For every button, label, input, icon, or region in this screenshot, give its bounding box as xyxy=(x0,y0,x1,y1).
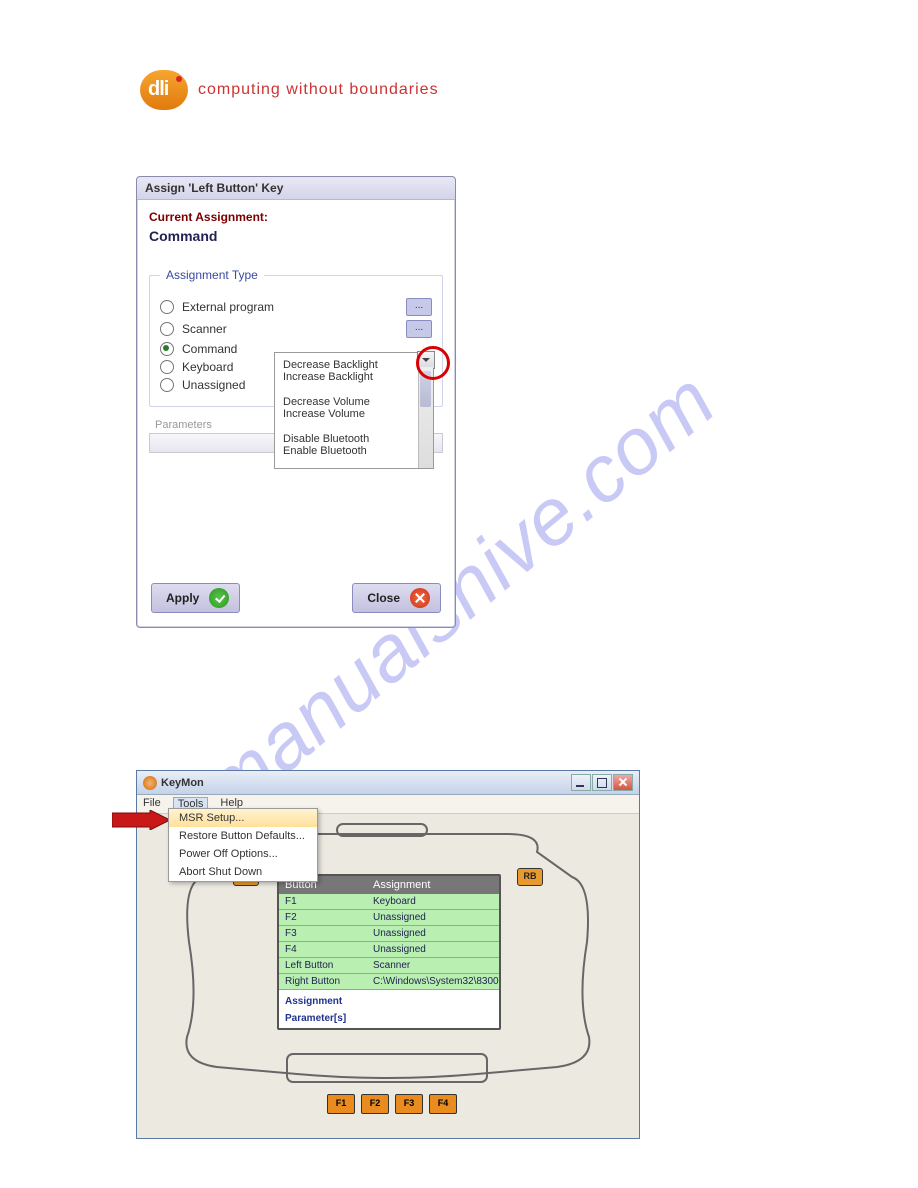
table-row[interactable]: F1Keyboard xyxy=(279,894,499,910)
f3-button[interactable]: F3 xyxy=(395,1094,423,1114)
menu-item-abort-shutdown[interactable]: Abort Shut Down xyxy=(169,863,317,881)
callout-arrow-icon xyxy=(112,810,172,830)
option-label: External program xyxy=(182,300,274,314)
dialog-title: Assign 'Left Button' Key xyxy=(137,177,455,200)
device-screen: Button Assignment F1Keyboard F2Unassigne… xyxy=(277,874,501,1030)
header-assignment: Assignment xyxy=(367,876,499,894)
assignment-label: Assignment xyxy=(279,990,499,1007)
cell: Unassigned xyxy=(367,942,499,957)
cell: Unassigned xyxy=(367,910,499,925)
scrollbar[interactable] xyxy=(418,367,433,468)
option-label: Command xyxy=(182,342,237,356)
dropdown-item[interactable]: Increase Backlight xyxy=(283,371,425,383)
apply-button[interactable]: Apply xyxy=(151,583,240,613)
f1-button[interactable]: F1 xyxy=(327,1094,355,1114)
radio-icon[interactable] xyxy=(160,378,174,392)
function-buttons: F1 F2 F3 F4 xyxy=(327,1094,457,1114)
radio-icon[interactable] xyxy=(160,360,174,374)
dropdown-item[interactable]: Disable Bluetooth xyxy=(283,433,425,445)
table-row[interactable]: F4Unassigned xyxy=(279,942,499,958)
option-label: Scanner xyxy=(182,322,227,336)
close-button[interactable]: Close xyxy=(352,583,441,613)
cell: Scanner xyxy=(367,958,499,973)
callout-circle-icon xyxy=(416,346,450,380)
cell: F2 xyxy=(279,910,367,925)
tools-dropdown-menu: MSR Setup... Restore Button Defaults... … xyxy=(168,808,318,882)
dropdown-item[interactable]: Increase Volume xyxy=(283,408,425,420)
menu-item-restore-defaults[interactable]: Restore Button Defaults... xyxy=(169,827,317,845)
option-label: Keyboard xyxy=(182,360,233,374)
dli-logo-icon: dli xyxy=(140,70,188,110)
window-close-button[interactable] xyxy=(613,774,633,791)
cell: F1 xyxy=(279,894,367,909)
f4-button[interactable]: F4 xyxy=(429,1094,457,1114)
close-label: Close xyxy=(367,591,400,605)
menu-item-power-off[interactable]: Power Off Options... xyxy=(169,845,317,863)
check-icon xyxy=(209,588,229,608)
window-titlebar[interactable]: KeyMon xyxy=(137,771,639,795)
radio-icon[interactable] xyxy=(160,322,174,336)
cell: Right Button xyxy=(279,974,367,989)
cell: Unassigned xyxy=(367,926,499,941)
app-icon xyxy=(143,776,157,790)
option-scanner[interactable]: Scanner ... xyxy=(160,320,432,338)
logo-text: dli xyxy=(148,78,168,101)
table-row[interactable]: F3Unassigned xyxy=(279,926,499,942)
tagline-text: computing without boundaries xyxy=(198,81,439,99)
cell: Keyboard xyxy=(367,894,499,909)
option-external-program[interactable]: External program ... xyxy=(160,298,432,316)
cell: F3 xyxy=(279,926,367,941)
logo-dot-icon xyxy=(176,76,182,82)
f2-button[interactable]: F2 xyxy=(361,1094,389,1114)
rb-button[interactable]: RB xyxy=(517,868,543,886)
minimize-button[interactable] xyxy=(571,774,591,791)
table-row[interactable]: Right ButtonC:\Windows\System32\8300Cam.… xyxy=(279,974,499,990)
page-header: dli computing without boundaries xyxy=(140,70,439,110)
dropdown-item[interactable]: Decrease Backlight xyxy=(283,359,425,371)
dropdown-item[interactable]: Decrease Volume xyxy=(283,396,425,408)
menu-item-msr-setup[interactable]: MSR Setup... xyxy=(169,809,317,827)
menu-file[interactable]: File xyxy=(143,797,161,811)
close-icon xyxy=(410,588,430,608)
cell: C:\Windows\System32\8300Cam... xyxy=(367,974,499,989)
option-label: Unassigned xyxy=(182,378,245,392)
cell: Left Button xyxy=(279,958,367,973)
table-row[interactable]: Left ButtonScanner xyxy=(279,958,499,974)
dropdown-item[interactable]: Enable Bluetooth xyxy=(283,445,425,457)
radio-icon[interactable] xyxy=(160,300,174,314)
apply-label: Apply xyxy=(166,591,199,605)
cell: F4 xyxy=(279,942,367,957)
maximize-button[interactable] xyxy=(592,774,612,791)
browse-button[interactable]: ... xyxy=(406,320,432,338)
assignment-type-legend: Assignment Type xyxy=(160,268,264,282)
window-title: KeyMon xyxy=(161,777,571,789)
command-dropdown-list[interactable]: Decrease Backlight Increase Backlight De… xyxy=(274,352,434,469)
radio-icon[interactable] xyxy=(160,342,174,356)
parameters-label: Parameter[s] xyxy=(279,1007,499,1024)
browse-button[interactable]: ... xyxy=(406,298,432,316)
table-row[interactable]: F2Unassigned xyxy=(279,910,499,926)
current-assignment-value: Command xyxy=(149,228,443,244)
current-assignment-label: Current Assignment: xyxy=(149,210,443,224)
